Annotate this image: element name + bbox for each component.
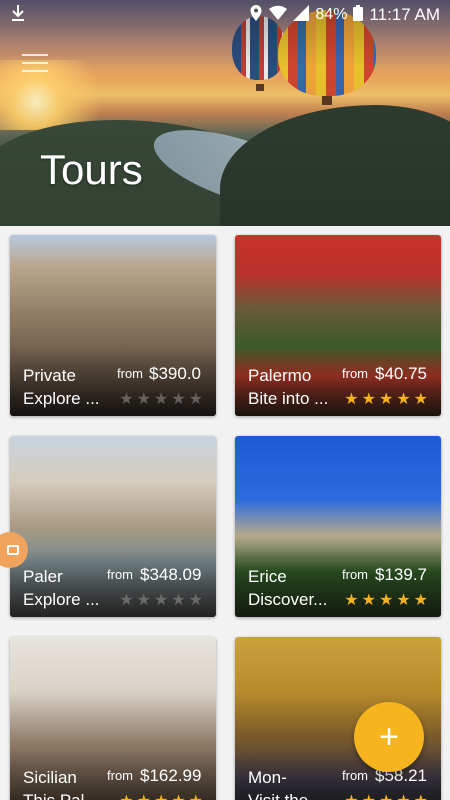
price-prefix: from (342, 768, 368, 783)
star-icon: ★ (396, 391, 414, 408)
tour-name: Paler (23, 567, 63, 586)
star-icon: ★ (344, 391, 362, 408)
tour-name: Mon- (248, 768, 287, 787)
signal-icon (293, 4, 310, 26)
rating-stars: ★★★★★ (344, 389, 431, 409)
tour-card[interactable]: Sicilian This Pal... from $162.99 ★★★★★ (10, 637, 216, 800)
plus-icon: + (379, 717, 399, 756)
star-icon: ★ (153, 592, 172, 609)
status-time: 11:17 AM (369, 5, 440, 24)
rating-stars: ★★★★★ (119, 389, 206, 409)
star-icon: ★ (362, 793, 379, 800)
tour-price: $40.75 (375, 364, 427, 383)
status-icons: 84% 11:17 AM (249, 4, 440, 27)
star-icon: ★ (136, 391, 154, 408)
price-prefix: from (342, 567, 368, 582)
star-icon: ★ (379, 793, 396, 800)
star-icon: ★ (137, 793, 154, 800)
star-icon: ★ (153, 391, 172, 408)
tour-price: $390.0 (149, 364, 201, 383)
star-icon: ★ (119, 592, 137, 609)
star-icon: ★ (189, 793, 206, 800)
star-icon: ★ (378, 391, 397, 408)
tour-description: This Pal... (23, 791, 99, 800)
star-icon: ★ (171, 391, 189, 408)
screen: 84% 11:17 AM Tours Private Explore ... f… (0, 0, 450, 800)
video-icon (7, 545, 19, 555)
star-icon: ★ (344, 793, 361, 800)
price-prefix: from (107, 567, 133, 582)
tour-card[interactable]: Private Explore ... from $390.0 ★★★★★ (10, 235, 216, 416)
star-icon: ★ (136, 592, 154, 609)
star-icon: ★ (396, 592, 414, 609)
price-prefix: from (342, 366, 368, 381)
tour-price: $139.7 (375, 565, 427, 584)
star-icon: ★ (344, 592, 362, 609)
star-icon: ★ (414, 793, 431, 800)
status-bar: 84% 11:17 AM (0, 0, 450, 30)
star-icon: ★ (171, 793, 188, 800)
tour-name: Palermo (248, 366, 312, 385)
rating-stars: ★★★★★ (119, 791, 206, 800)
tour-card[interactable]: Palermo Bite into ... from $40.75 ★★★★★ (235, 235, 441, 416)
star-icon: ★ (413, 592, 431, 609)
tour-description: Explore ... (23, 590, 100, 609)
star-icon: ★ (361, 391, 379, 408)
menu-icon[interactable] (22, 54, 48, 74)
header-banner: 84% 11:17 AM Tours (0, 0, 450, 226)
price-prefix: from (117, 366, 143, 381)
star-icon: ★ (396, 793, 413, 800)
battery-icon (353, 4, 364, 26)
tour-name: Erice (248, 567, 287, 586)
star-icon: ★ (171, 592, 189, 609)
rating-stars: ★★★★★ (344, 590, 431, 610)
rating-stars: ★★★★★ (344, 791, 431, 800)
tour-name: Private (23, 366, 76, 385)
tour-description: Visit the... (248, 791, 322, 800)
tour-price: $348.09 (140, 565, 202, 584)
star-icon: ★ (361, 592, 379, 609)
rating-stars: ★★★★★ (119, 590, 206, 610)
star-icon: ★ (413, 391, 431, 408)
star-icon: ★ (378, 592, 397, 609)
wifi-icon (269, 5, 288, 26)
tour-card[interactable]: Erice Discover... from $139.7 ★★★★★ (235, 436, 441, 617)
tour-description: Bite into ... (248, 389, 329, 408)
tour-card[interactable]: Paler Explore ... from $348.09 ★★★★★ (10, 436, 216, 617)
page-title: Tours (40, 146, 143, 193)
star-icon: ★ (154, 793, 171, 800)
battery-percent: 84% (315, 6, 348, 23)
add-fab-button[interactable]: + (354, 702, 424, 772)
star-icon: ★ (188, 391, 206, 408)
tour-price: $162.99 (140, 766, 202, 785)
star-icon: ★ (119, 391, 137, 408)
star-icon: ★ (119, 793, 136, 800)
tour-description: Explore ... (23, 389, 100, 408)
tour-name: Sicilian (23, 768, 77, 787)
star-icon: ★ (188, 592, 206, 609)
price-prefix: from (107, 768, 133, 783)
location-icon (249, 4, 263, 27)
download-icon (10, 4, 26, 27)
tour-description: Discover... (248, 590, 328, 609)
